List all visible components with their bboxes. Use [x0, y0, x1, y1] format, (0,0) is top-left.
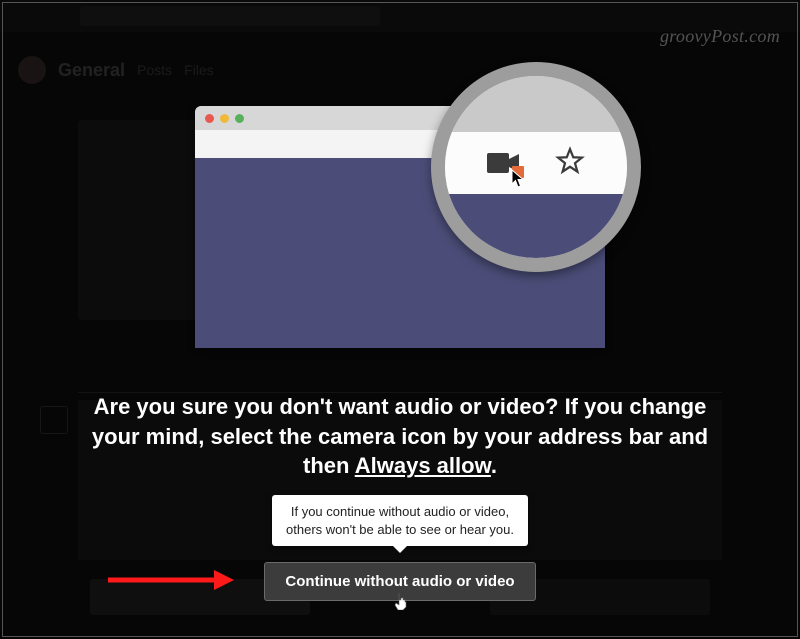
annotation-arrow-icon [106, 568, 236, 597]
headline-text-2: . [491, 453, 497, 478]
permission-dialog-overlay: Are you sure you don't want audio or vid… [0, 0, 800, 639]
traffic-light-close-icon [205, 114, 214, 123]
traffic-light-maximize-icon [235, 114, 244, 123]
headline-always-allow: Always allow [355, 453, 491, 478]
continue-tooltip: If you continue without audio or video, … [272, 495, 528, 546]
star-icon [555, 146, 585, 181]
traffic-light-minimize-icon [220, 114, 229, 123]
tooltip-line-1: If you continue without audio or video, [286, 503, 514, 521]
dialog-headline: Are you sure you don't want audio or vid… [80, 392, 720, 481]
magnifier-circle [431, 62, 641, 272]
cursor-pointer-icon [394, 592, 408, 614]
tooltip-line-2: others won't be able to see or hear you. [286, 521, 514, 539]
camera-icon [487, 151, 521, 175]
cursor-arrow-icon [511, 169, 527, 189]
continue-without-av-button[interactable]: Continue without audio or video [264, 562, 535, 601]
browser-illustration [195, 70, 605, 348]
continue-button-label: Continue without audio or video [285, 573, 514, 590]
